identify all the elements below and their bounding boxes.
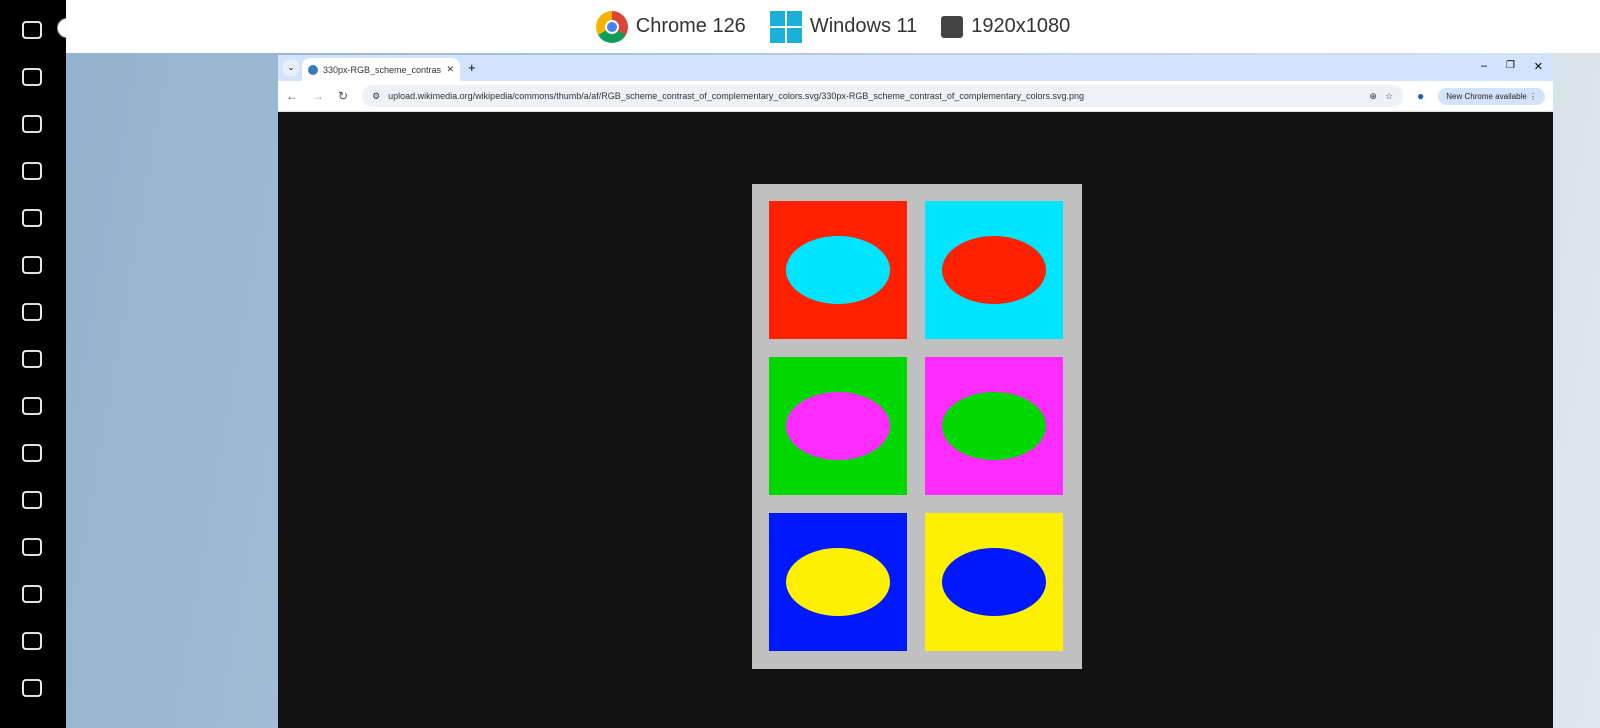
site-info-icon[interactable]: ⚙ bbox=[372, 91, 380, 102]
minimize-button[interactable]: – bbox=[1481, 60, 1487, 72]
playback-icon[interactable] bbox=[17, 203, 47, 233]
bug-icon[interactable] bbox=[17, 156, 47, 186]
color-ellipse bbox=[942, 548, 1046, 616]
color-square bbox=[769, 513, 907, 651]
color-ellipse bbox=[786, 236, 890, 304]
accessibility-icon[interactable] bbox=[17, 532, 47, 562]
color-square bbox=[925, 513, 1063, 651]
color-ellipse bbox=[786, 548, 890, 616]
tab-active[interactable]: 330px-RGB_scheme_contrast_o ✕ bbox=[302, 58, 460, 81]
keyboard-icon[interactable] bbox=[17, 673, 47, 703]
camera-icon[interactable] bbox=[17, 62, 47, 92]
zoom-icon[interactable]: ⊕ bbox=[1369, 91, 1377, 102]
back-button[interactable]: ← bbox=[286, 89, 298, 103]
forward-button[interactable]: → bbox=[312, 89, 324, 103]
logo-icon bbox=[17, 15, 47, 45]
os-version: Windows 11 bbox=[809, 15, 918, 37]
new-tab-button[interactable]: + bbox=[468, 60, 476, 75]
new-chrome-available-button[interactable]: New Chrome available ⋮ bbox=[1438, 87, 1545, 105]
resize-icon[interactable] bbox=[17, 297, 47, 327]
profile-icon[interactable]: ● bbox=[1417, 89, 1424, 103]
browser-window: ⌄ 330px-RGB_scheme_contrast_o ✕ + – ❐ ✕ … bbox=[278, 55, 1553, 728]
sync-icon[interactable] bbox=[17, 626, 47, 656]
tab-strip: ⌄ 330px-RGB_scheme_contrast_o ✕ + – ❐ ✕ bbox=[278, 55, 1553, 81]
settings-icon[interactable] bbox=[17, 579, 47, 609]
browser-version: Chrome 126 bbox=[635, 15, 746, 37]
top-info-bar: Chrome 126 Windows 11 1920x1080 bbox=[66, 0, 1600, 53]
rgb-contrast-image bbox=[752, 184, 1082, 669]
folder-icon[interactable] bbox=[17, 438, 47, 468]
url-text: upload.wikimedia.org/wikipedia/commons/t… bbox=[388, 91, 1084, 101]
color-ellipse bbox=[942, 236, 1046, 304]
globe-icon[interactable] bbox=[17, 344, 47, 374]
color-square bbox=[925, 357, 1063, 495]
chrome-icon bbox=[595, 10, 628, 43]
tab-title: 330px-RGB_scheme_contrast_o bbox=[323, 64, 442, 75]
color-square bbox=[769, 201, 907, 339]
upload-icon[interactable] bbox=[17, 391, 47, 421]
toolbar: ← → ↻ ⚙ upload.wikimedia.org/wikipedia/c… bbox=[278, 81, 1553, 112]
video-icon[interactable] bbox=[17, 109, 47, 139]
tab-search-button[interactable]: ⌄ bbox=[283, 60, 299, 76]
color-square bbox=[925, 201, 1063, 339]
reload-button[interactable]: ↻ bbox=[338, 89, 348, 103]
sidebar bbox=[0, 0, 66, 728]
chrome-icon[interactable] bbox=[17, 485, 47, 515]
bookmark-star-icon[interactable]: ☆ bbox=[1385, 91, 1393, 102]
wikimedia-icon bbox=[308, 64, 318, 75]
color-ellipse bbox=[786, 392, 890, 460]
close-tab-icon[interactable]: ✕ bbox=[446, 64, 454, 75]
resolution: 1920x1080 bbox=[971, 15, 1071, 37]
color-square bbox=[769, 357, 907, 495]
windows-icon bbox=[769, 10, 802, 43]
close-window-button[interactable]: ✕ bbox=[1534, 60, 1543, 73]
restore-button[interactable]: ❐ bbox=[1506, 60, 1515, 71]
address-bar[interactable]: ⚙ upload.wikimedia.org/wikipedia/commons… bbox=[362, 85, 1404, 107]
color-ellipse bbox=[942, 392, 1046, 460]
monitor-icon[interactable] bbox=[17, 250, 47, 280]
resolution-icon bbox=[941, 15, 964, 38]
